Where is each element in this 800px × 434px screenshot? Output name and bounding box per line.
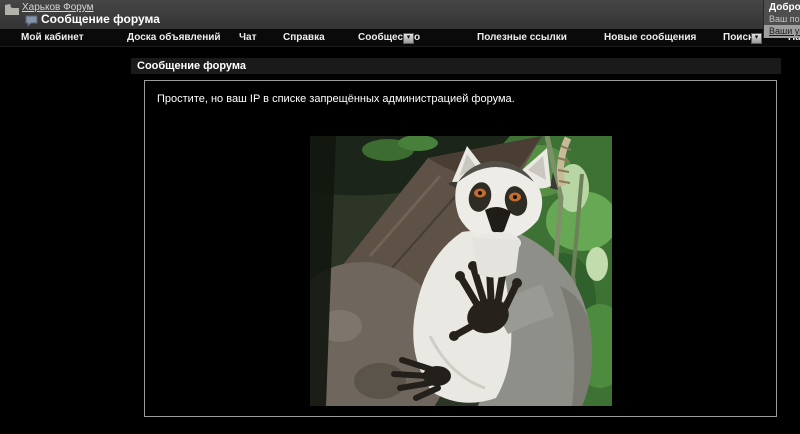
forum-page: Харьков Форум Сообщение форума Добро п В… [0,0,800,434]
lemur-photo [274,135,628,434]
folder-icon [5,2,19,20]
community-dropdown-icon[interactable]: ▾ [403,33,414,44]
ban-message-text: Простите, но ваш IP в списке запрещённых… [157,93,515,105]
message-box: Простите, но ваш IP в списке запрещённых… [144,80,777,434]
nav-item-chat[interactable]: Чат [239,29,257,46]
nav-item-message-board[interactable]: Доска объявлений [127,29,221,46]
breadcrumb-bar: Харьков Форум Сообщение форума [0,0,800,29]
nav-item-help[interactable]: Справка [283,29,325,46]
welcome-greeting: Добро п [769,2,800,13]
last-visit-text: Ваш пос [769,14,800,24]
nav-item-useful-links[interactable]: Полезные ссылки [477,29,567,46]
nav-bar: Мой кабинет Доска объявлений Чат Справка… [0,29,800,47]
nav-item-search[interactable]: Поиск [723,29,753,46]
search-dropdown-icon[interactable]: ▾ [751,33,762,44]
nav-item-new-messages[interactable]: Новые сообщения [604,29,696,46]
welcome-panel: Добро п Ваш пос Ваши ув [763,0,800,38]
page-title: Сообщение форума [41,12,160,26]
forum-message-title: Сообщение форума [131,58,781,74]
nav-item-my-cabinet[interactable]: Мой кабинет [21,29,84,46]
notifications-link[interactable]: Ваши ув [769,26,800,36]
